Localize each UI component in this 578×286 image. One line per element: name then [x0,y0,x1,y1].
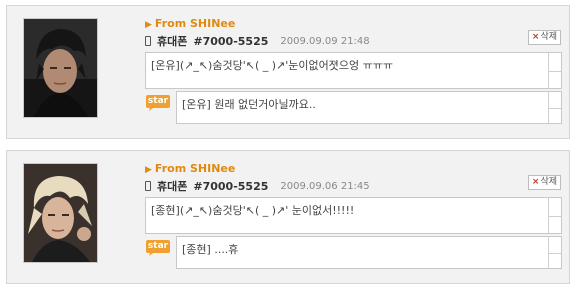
close-icon: × [531,177,540,187]
star-badge: star [145,94,171,111]
sender-group-label: ▶ From SHINee [145,17,236,30]
scrollbar[interactable] [548,53,561,88]
message-box: [온유](↗_↖)숨것당'↖( _ )↗'눈이없어졋으엉 ㅠㅠㅠ [145,52,562,89]
message-meta: 휴대폰 #7000-5525 2009.09.06 21:45 [145,179,370,193]
profile-photo [23,163,98,263]
star-badge: star [145,239,171,256]
close-icon: × [531,32,540,42]
delete-button[interactable]: × 삭제 [527,175,561,190]
reply-box: [종현] ....휴 [176,236,562,269]
scrollbar[interactable] [548,92,561,123]
profile-photo [23,18,98,118]
scrollbar[interactable] [548,198,561,233]
reply-box: [온유] 원래 없던거아닐까요.. [176,91,562,124]
delete-button[interactable]: × 삭제 [527,30,561,45]
message-text: [온유](↗_↖)숨것당'↖( _ )↗'눈이없어졋으엉 ㅠㅠㅠ [151,59,393,72]
message-date: 2009.09.09 21:48 [280,35,370,47]
phone-icon [145,181,151,191]
reply-text: [온유] 원래 없던거아닐까요.. [182,98,316,111]
message-date: 2009.09.06 21:45 [280,180,370,192]
sender-type: 휴대폰 [157,35,188,48]
message-text: [종현](↗_↖)숨것당'↖( _ )↗' 눈이없서!!!!! [151,204,355,217]
sender-type: 휴대폰 [157,180,188,193]
arrow-right-icon: ▶ [145,165,152,175]
guestbook-entry: ▶ From SHINee 휴대폰 #7000-5525 2009.09.06 2… [6,150,570,284]
sender-number: #7000-5525 [193,34,269,48]
arrow-right-icon: ▶ [145,20,152,30]
message-meta: 휴대폰 #7000-5525 2009.09.09 21:48 [145,34,370,48]
reply-text: [종현] ....휴 [182,243,239,256]
sender-group-label: ▶ From SHINee [145,162,236,175]
scrollbar[interactable] [548,237,561,268]
phone-icon [145,36,151,46]
guestbook-entry: ▶ From SHINee 휴대폰 #7000-5525 2009.09.09 2… [6,5,570,139]
sender-number: #7000-5525 [193,179,269,193]
message-box: [종현](↗_↖)숨것당'↖( _ )↗' 눈이없서!!!!! [145,197,562,234]
